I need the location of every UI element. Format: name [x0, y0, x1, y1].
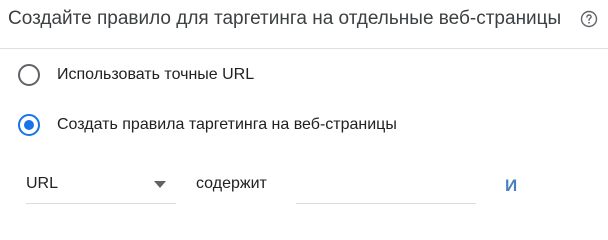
radio-dot: [24, 120, 34, 130]
field-select-value: URL: [26, 175, 59, 192]
section-title: Создайте правило для таргетинга на отдел…: [8, 8, 562, 29]
and-button[interactable]: И: [505, 172, 535, 200]
operator-value: содержит: [196, 175, 267, 192]
dropdown-arrow-icon: [154, 181, 166, 188]
rule-value-input[interactable]: [296, 168, 476, 204]
header-divider: [0, 48, 608, 49]
radio-targeting-rules[interactable]: Создать правила таргетинга на веб-страни…: [18, 112, 397, 138]
radio-checked-icon[interactable]: [18, 114, 40, 136]
radio-targeting-rules-label: Создать правила таргетинга на веб-страни…: [57, 116, 397, 133]
radio-exact-urls[interactable]: Использовать точные URL: [18, 62, 254, 88]
help-icon[interactable]: [580, 10, 598, 28]
operator-select[interactable]: содержит: [196, 168, 276, 204]
radio-exact-urls-label: Использовать точные URL: [57, 66, 255, 83]
field-select[interactable]: URL: [26, 168, 176, 204]
radio-unchecked-icon[interactable]: [18, 64, 40, 86]
